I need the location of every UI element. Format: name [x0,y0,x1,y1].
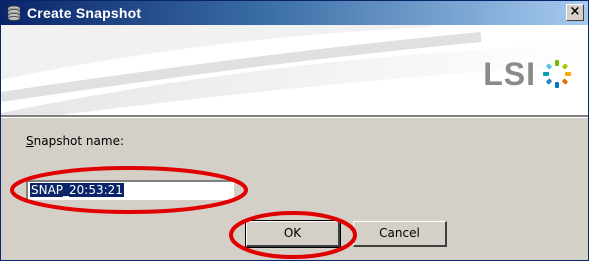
close-button[interactable]: × [566,4,584,21]
snapshot-name-value: SNAP_20:53:21 [30,183,124,197]
header-banner: LSI [1,25,588,115]
banner-divider [1,115,588,118]
dialog-title: Create Snapshot [27,5,142,21]
label-mnemonic: S [26,134,34,148]
ok-button[interactable]: OK [245,220,341,248]
create-snapshot-dialog: Create Snapshot × LSI Snapshot name: SNA… [0,0,589,261]
logo-text: LSI [483,55,536,92]
database-icon [6,5,22,21]
title-bar[interactable]: Create Snapshot × [1,1,588,25]
label-text: napshot name: [33,134,124,148]
lsi-star-icon [543,60,571,88]
lsi-logo: LSI [483,56,574,92]
snapshot-name-input[interactable]: SNAP_20:53:21 [26,180,234,200]
snapshot-name-label: Snapshot name: [26,134,124,148]
cancel-button[interactable]: Cancel [353,221,447,247]
close-icon: × [569,4,581,19]
